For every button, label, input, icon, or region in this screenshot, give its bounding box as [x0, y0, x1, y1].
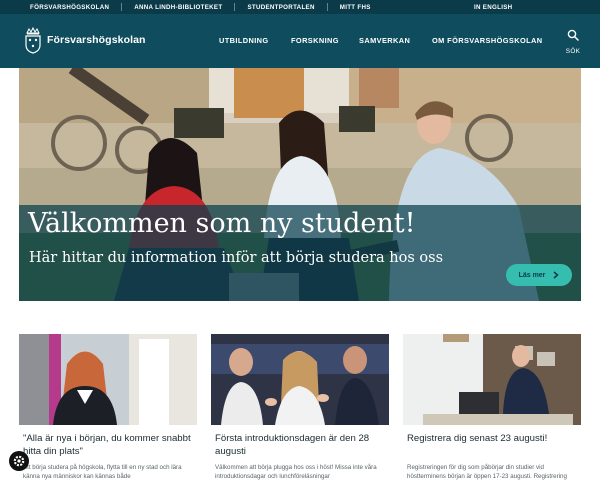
card-photo: [19, 334, 197, 425]
news-card[interactable]: Registrera dig senast 23 augusti! Regist…: [403, 334, 581, 480]
card-photo: [403, 334, 581, 425]
nav-item-om-forsvarshogskolan[interactable]: OM FÖRSVARSHÖGSKOLAN: [432, 36, 543, 45]
read-more-label: Läs mer: [518, 271, 546, 279]
card-image: [19, 334, 197, 425]
search-button[interactable]: SÖK: [563, 28, 583, 55]
utility-link-mitt-fhs[interactable]: MITT FHS: [340, 4, 371, 11]
utility-link-forsvarshogskolan[interactable]: FÖRSVARSHÖGSKOLAN: [30, 4, 109, 11]
nav-item-forskning[interactable]: FORSKNING: [291, 36, 339, 45]
main-header: Försvarshögskolan UTBILDNING FORSKNING S…: [0, 14, 600, 68]
read-more-button[interactable]: Läs mer: [506, 264, 572, 286]
card-excerpt: Registreringen för dig som påbörjar din …: [407, 464, 567, 480]
cookie-settings-button[interactable]: [9, 451, 29, 471]
hero-subtitle: Här hittar du information inför att börj…: [29, 250, 444, 266]
card-excerpt: Välkommen att börja plugga hos oss i hös…: [215, 464, 377, 480]
divider: [234, 3, 236, 11]
card-image: [211, 334, 389, 425]
utility-link-library[interactable]: ANNA LINDH-BIBLIOTEKET: [134, 4, 222, 11]
hero-title: Välkommen som ny student!: [28, 208, 416, 239]
card-title[interactable]: "Alla är nya i början, du kommer snabbt …: [23, 432, 195, 458]
utility-links: FÖRSVARSHÖGSKOLAN ANNA LINDH-BIBLIOTEKET…: [30, 0, 371, 14]
divider: [326, 3, 328, 11]
crown-shield-icon: [25, 26, 41, 54]
search-icon: [567, 29, 579, 41]
nav-item-utbildning[interactable]: UTBILDNING: [219, 36, 269, 45]
nav-item-samverkan[interactable]: SAMVERKAN: [359, 36, 410, 45]
search-label: SÖK: [565, 48, 581, 55]
news-card[interactable]: Första introduktionsdagen är den 28 augu…: [211, 334, 389, 480]
hero-banner[interactable]: Välkommen som ny student! Här hittar du …: [19, 68, 581, 301]
divider: [121, 3, 123, 11]
card-photo: [211, 334, 389, 425]
logo-text: Försvarshögskolan: [47, 34, 146, 46]
card-title[interactable]: Första introduktionsdagen är den 28 augu…: [215, 432, 387, 458]
card-image: [403, 334, 581, 425]
utility-link-studentportal[interactable]: STUDENTPORTALEN: [247, 4, 314, 11]
top-utility-bar: FÖRSVARSHÖGSKOLAN ANNA LINDH-BIBLIOTEKET…: [0, 0, 600, 14]
chevron-right-icon: [553, 271, 560, 279]
language-link-english[interactable]: IN ENGLISH: [474, 4, 512, 11]
news-card[interactable]: "Alla är nya i början, du kommer snabbt …: [19, 334, 197, 480]
card-excerpt: Att börja studera på högskola, flytta ti…: [23, 464, 182, 480]
site-logo[interactable]: Försvarshögskolan: [24, 26, 146, 54]
cookie-settings-icon: [13, 455, 25, 467]
card-title[interactable]: Registrera dig senast 23 augusti!: [407, 432, 579, 445]
language-switch-container: IN ENGLISH: [474, 0, 512, 14]
